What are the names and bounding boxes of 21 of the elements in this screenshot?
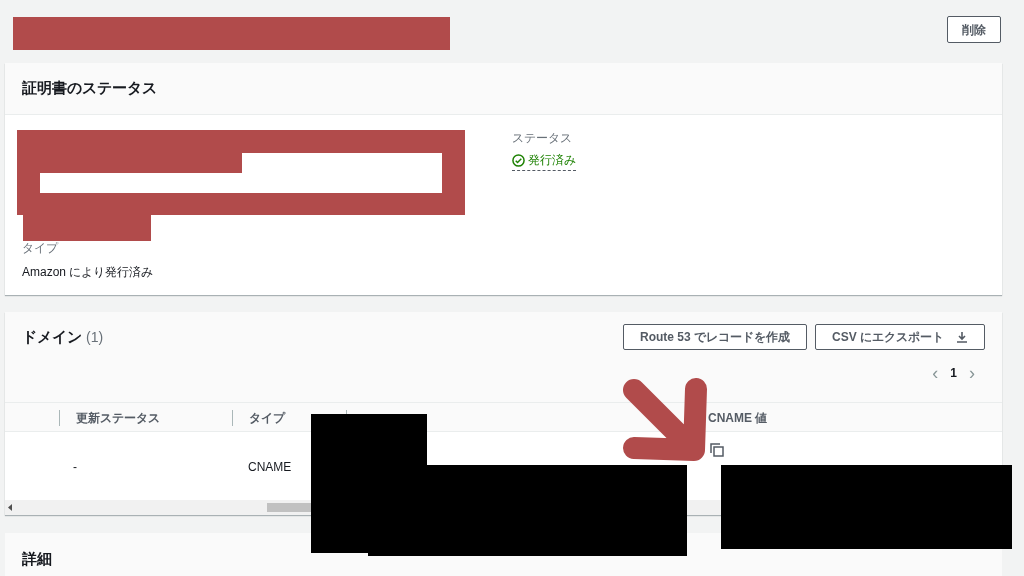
check-circle-icon	[512, 153, 525, 167]
section-title: 詳細	[22, 550, 52, 567]
page-number[interactable]: 1	[950, 364, 957, 382]
field-label: ステータス	[512, 130, 573, 147]
column-header[interactable]: CNAME 値	[708, 409, 768, 427]
column-header[interactable]: タイプ	[249, 409, 285, 427]
table-cell-text: CNAME	[248, 459, 292, 476]
download-icon	[956, 331, 968, 343]
copy-icon[interactable]	[710, 443, 724, 457]
item-count: (1)	[86, 327, 104, 347]
field-label: タイプ	[22, 240, 60, 257]
column-header[interactable]: 更新ステータス	[76, 409, 160, 427]
section-title: ドメイン	[22, 326, 82, 347]
status-text: 発行済み	[528, 152, 576, 169]
toolbar-button[interactable]: CSV にエクスポート	[815, 324, 985, 350]
scroll-left-icon[interactable]	[8, 504, 13, 511]
toolbar-button[interactable]: Route 53 でレコードを作成	[622, 324, 807, 350]
field-value: Amazon により発行済み	[22, 264, 155, 281]
delete-button[interactable]: 削除	[947, 16, 1001, 43]
section-title: 証明書のステータス	[22, 78, 157, 99]
table-cell-text: -	[73, 459, 77, 476]
